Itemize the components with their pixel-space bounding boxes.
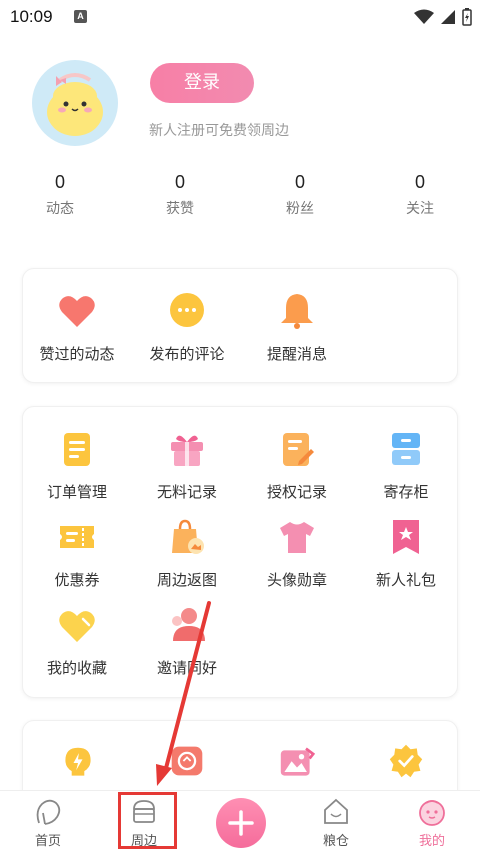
heart-icon xyxy=(59,296,95,327)
free-records-item[interactable]: 无料记录 xyxy=(132,429,242,502)
home-icon xyxy=(36,799,61,825)
stat-label: 关注 xyxy=(406,201,434,217)
tab-label: 我的 xyxy=(418,834,445,849)
locker-item[interactable]: 寄存柜 xyxy=(351,429,461,502)
tab-granary[interactable]: 粮仓 xyxy=(288,791,384,853)
status-icons xyxy=(414,8,472,26)
item-label: 无料记录 xyxy=(156,483,217,501)
item-label: 订单管理 xyxy=(46,483,107,501)
invite-friends-item[interactable]: 邀请同好 xyxy=(132,605,242,678)
stat-fans[interactable]: 0 粉丝 xyxy=(260,172,340,218)
signal-icon xyxy=(441,10,455,24)
merch-photos-item[interactable]: 周边返图 xyxy=(132,517,242,590)
avatar-badge-item[interactable]: 头像勋章 xyxy=(242,517,352,590)
wifi-icon xyxy=(414,9,434,24)
notifications-item[interactable]: 提醒消息 xyxy=(242,291,352,364)
login-button[interactable]: 登录 xyxy=(150,63,254,103)
order-icon xyxy=(64,433,90,466)
coupon-icon xyxy=(60,526,94,548)
stat-posts[interactable]: 0 动态 xyxy=(20,172,100,218)
item-label: 寄存柜 xyxy=(383,483,429,501)
item-label: 头像勋章 xyxy=(266,571,327,589)
gift-icon xyxy=(171,435,203,466)
item-label: 提醒消息 xyxy=(266,345,327,363)
tab-mine[interactable]: 我的 xyxy=(384,791,480,853)
album-icon[interactable] xyxy=(279,745,315,781)
camera-frame-icon[interactable] xyxy=(169,743,205,779)
battery-icon xyxy=(462,8,472,26)
item-label: 优惠券 xyxy=(54,571,100,589)
tab-label: 粮仓 xyxy=(322,834,349,849)
coupons-item[interactable]: 优惠券 xyxy=(22,517,132,590)
bell-icon xyxy=(281,294,313,329)
item-label: 周边返图 xyxy=(156,571,217,589)
granary-icon xyxy=(324,798,348,824)
tshirt-icon xyxy=(280,522,314,553)
tab-label: 首页 xyxy=(34,834,61,849)
verified-badge-icon[interactable] xyxy=(388,743,424,779)
item-label: 授权记录 xyxy=(266,483,327,501)
stat-value: 0 xyxy=(54,172,65,192)
publish-button[interactable] xyxy=(216,798,266,848)
merch-photo-icon xyxy=(172,519,204,554)
favorites-item[interactable]: 我的收藏 xyxy=(22,605,132,678)
bookmark-star-icon xyxy=(393,520,419,554)
services-card: 订单管理 无料记录 授权记录 寄存柜 优惠券 周边返图 头像勋章 新人礼包 我的… xyxy=(22,406,458,698)
status-time: 10:09 xyxy=(10,7,53,26)
invite-icon xyxy=(172,608,205,641)
stat-value: 0 xyxy=(294,172,305,192)
status-bar: 10:09 A xyxy=(0,0,480,36)
item-label: 新人礼包 xyxy=(375,571,436,589)
mine-icon xyxy=(419,800,445,826)
stat-following[interactable]: 0 关注 xyxy=(380,172,460,218)
liked-posts-item[interactable]: 赞过的动态 xyxy=(22,291,132,364)
tab-home[interactable]: 首页 xyxy=(0,791,96,853)
annotation-highlight-box xyxy=(118,792,177,849)
stat-value: 0 xyxy=(174,172,185,192)
item-label: 邀请同好 xyxy=(156,659,217,677)
favorite-icon xyxy=(59,611,95,642)
authorize-icon xyxy=(283,433,314,466)
plus-icon xyxy=(228,810,254,836)
stat-label: 动态 xyxy=(46,201,74,217)
stat-label: 获赞 xyxy=(166,201,194,217)
stats-row: 0 动态 0 获赞 0 粉丝 0 关注 xyxy=(0,172,480,222)
stat-label: 粉丝 xyxy=(286,201,314,217)
locker-icon xyxy=(392,433,420,465)
avatar[interactable] xyxy=(32,60,118,146)
item-label: 我的收藏 xyxy=(46,659,107,677)
newbie-gift-item[interactable]: 新人礼包 xyxy=(351,517,461,590)
orders-item[interactable]: 订单管理 xyxy=(22,429,132,502)
comments-item[interactable]: 发布的评论 xyxy=(132,291,242,364)
profile-section: 登录 新人注册可免费领周边 xyxy=(32,60,452,150)
item-label: 发布的评论 xyxy=(149,345,225,363)
authorization-item[interactable]: 授权记录 xyxy=(242,429,352,502)
register-hint: 新人注册可免费领周边 xyxy=(149,123,289,139)
chick-mascot-icon xyxy=(47,73,103,136)
item-label: 赞过的动态 xyxy=(39,345,115,363)
activity-card: 赞过的动态 发布的评论 提醒消息 xyxy=(22,268,458,383)
comment-icon xyxy=(170,293,204,327)
stat-likes[interactable]: 0 获赞 xyxy=(140,172,220,218)
lightbulb-icon[interactable] xyxy=(60,745,96,781)
notification-icon: A xyxy=(74,10,87,23)
stat-value: 0 xyxy=(414,172,425,192)
